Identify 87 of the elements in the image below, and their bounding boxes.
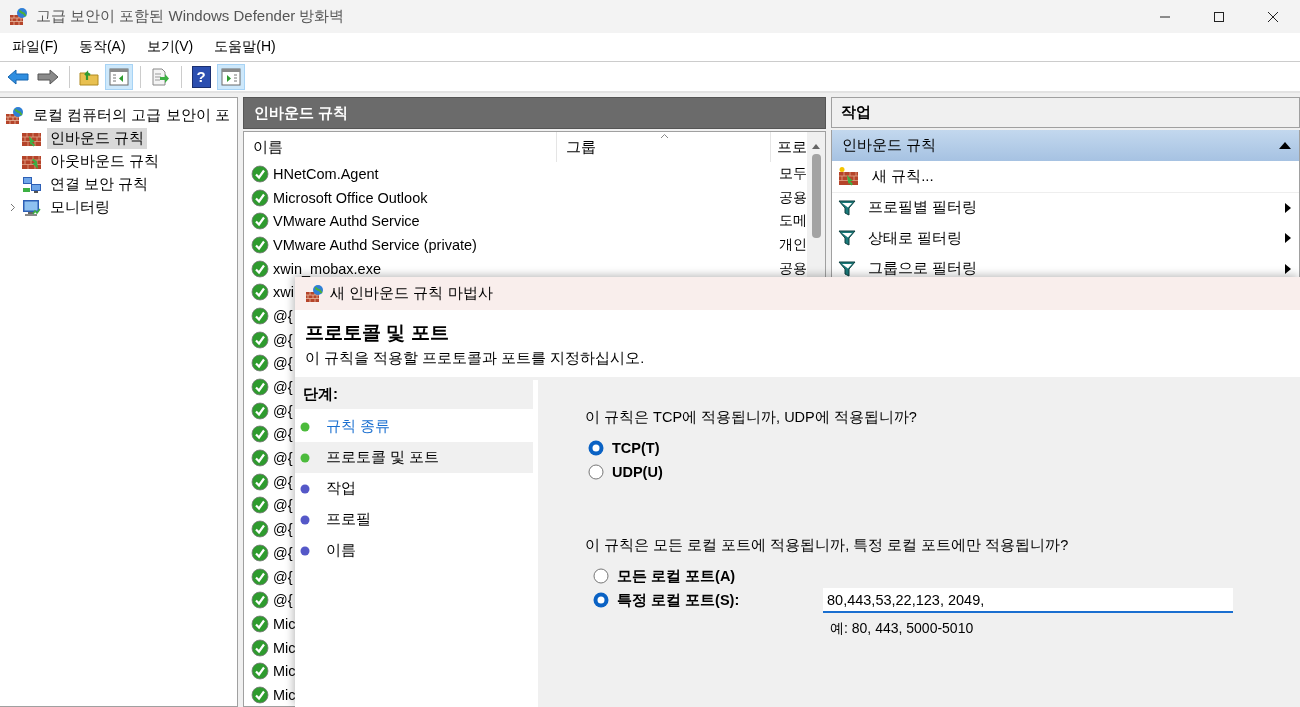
rule-profile: 모두 bbox=[779, 164, 807, 181]
panel-toggle-icon bbox=[221, 67, 241, 86]
rule-name: Mic bbox=[273, 639, 296, 656]
column-header[interactable]: 프로 bbox=[771, 132, 807, 162]
tree-item[interactable]: 아웃바운드 규칙 bbox=[47, 151, 163, 172]
rule-name: VMware Authd Service (private) bbox=[273, 236, 477, 253]
toolbar-button[interactable] bbox=[105, 63, 133, 90]
rule-profile: 공용 bbox=[779, 259, 807, 276]
app-icon bbox=[9, 6, 29, 27]
rule-name: @{ bbox=[273, 497, 293, 514]
rule-name: @{ bbox=[273, 568, 293, 585]
radio-option[interactable]: 특정 로컬 포트(S): bbox=[593, 588, 740, 612]
rule-name: Mic bbox=[273, 686, 296, 703]
column-header[interactable]: 그룹 bbox=[557, 132, 771, 162]
pane-header: 작업 bbox=[831, 97, 1300, 128]
dialog-title: 새 인바운드 규칙 마법사 bbox=[330, 284, 493, 303]
rule-name: @{ bbox=[273, 521, 293, 538]
brick-wall-icon bbox=[22, 130, 42, 147]
wizard-step[interactable]: 프로토콜 및 포트 bbox=[295, 442, 533, 473]
rule-name: @{ bbox=[273, 379, 293, 396]
rule-name: @{ bbox=[273, 402, 293, 419]
menu-item[interactable]: 보기(V) bbox=[138, 38, 202, 56]
rule-name: Microsoft Office Outlook bbox=[273, 189, 428, 206]
computers-icon bbox=[22, 175, 42, 194]
field-hint: 예: 80, 443, 5000-5010 bbox=[830, 620, 975, 638]
wizard-step[interactable]: 작업 bbox=[295, 473, 533, 504]
action-item[interactable]: 새 규칙... bbox=[832, 161, 1299, 193]
rule-profile: 공용 bbox=[779, 188, 807, 205]
question-text: 이 규칙은 TCP에 적용됩니까, UDP에 적용됩니까? bbox=[585, 407, 918, 427]
ports-field[interactable]: 80,443,53,22,123, 2049, bbox=[823, 588, 1233, 613]
tree-item[interactable]: 모니터링 bbox=[47, 197, 113, 218]
menu-item[interactable]: 동작(A) bbox=[70, 38, 134, 56]
section-title: 인바운드 규칙 bbox=[842, 136, 937, 155]
funnel-icon bbox=[838, 230, 856, 247]
rule-name: @{ bbox=[273, 592, 293, 609]
pane-header: 인바운드 규칙 bbox=[243, 97, 826, 129]
action-item[interactable]: 프로필별 필터링 bbox=[832, 192, 1299, 223]
forward-arrow-icon bbox=[37, 67, 59, 86]
monitor-icon bbox=[22, 198, 42, 217]
funnel-icon bbox=[838, 199, 856, 216]
rule-name: VMware Authd Service bbox=[273, 213, 420, 230]
rule-name: HNetCom.Agent bbox=[273, 165, 379, 182]
rule-name: xwi bbox=[273, 284, 294, 301]
rule-name: xwin_mobax.exe bbox=[273, 260, 381, 277]
question-text: 이 규칙은 모든 로컬 포트에 적용됩니까, 특정 로컬 포트에만 적용됩니까? bbox=[585, 535, 1070, 555]
rule-name: @{ bbox=[273, 331, 293, 348]
wizard-step[interactable]: 이름 bbox=[295, 535, 533, 566]
app-icon bbox=[305, 283, 325, 304]
maximize-icon bbox=[1213, 10, 1225, 23]
tree-item[interactable]: 인바운드 규칙 bbox=[47, 128, 148, 149]
menu-item[interactable]: 파일(F) bbox=[4, 38, 66, 56]
rule-name: @{ bbox=[273, 473, 293, 490]
rule-name: @{ bbox=[273, 307, 293, 324]
tree-item[interactable]: 로컬 컴퓨터의 고급 보안이 포 bbox=[30, 105, 233, 126]
rule-name: @{ bbox=[273, 450, 293, 467]
panel-toggle-icon bbox=[109, 67, 129, 86]
brick-wall-icon bbox=[838, 166, 860, 187]
rule-profile: 도메 bbox=[779, 212, 807, 229]
rule-name: @{ bbox=[273, 426, 293, 443]
page-description: 이 규칙을 적용할 프로토콜과 포트를 지정하십시오. bbox=[305, 349, 646, 368]
tree-item[interactable]: 연결 보안 규칙 bbox=[47, 174, 152, 195]
action-item[interactable]: 그룹으로 필터링 bbox=[832, 253, 1299, 284]
menu-item[interactable]: 도움말(H) bbox=[206, 38, 284, 56]
rule-name: @{ bbox=[273, 544, 293, 561]
toolbar-button[interactable] bbox=[217, 63, 245, 90]
funnel-icon bbox=[838, 260, 856, 277]
rule-name: Mic bbox=[273, 615, 296, 632]
page-heading: 프로토콜 및 포트 bbox=[305, 321, 450, 345]
radio-option[interactable]: TCP(T) bbox=[588, 436, 660, 460]
rule-name: @{ bbox=[273, 355, 293, 372]
wizard-step[interactable]: 규칙 종류 bbox=[295, 411, 533, 442]
rule-profile: 개인 bbox=[779, 235, 807, 252]
scroll-up-icon bbox=[811, 142, 821, 150]
radio-option[interactable]: 모든 로컬 포트(A) bbox=[593, 564, 736, 588]
steps-header: 단계: bbox=[295, 380, 533, 409]
wizard-step[interactable]: 프로필 bbox=[295, 504, 533, 535]
window-title: 고급 보안이 포함된 Windows Defender 방화벽 bbox=[36, 7, 346, 26]
action-item[interactable]: 상태로 필터링 bbox=[832, 223, 1299, 254]
brick-wall-icon bbox=[22, 153, 42, 170]
rule-name: Mic bbox=[273, 663, 296, 680]
section-header[interactable]: 인바운드 규칙 bbox=[832, 130, 1299, 161]
close-icon bbox=[1267, 10, 1279, 23]
firewall-icon bbox=[5, 105, 25, 126]
column-header[interactable]: 이름 bbox=[244, 132, 557, 162]
back-arrow-icon bbox=[7, 67, 29, 86]
radio-option[interactable]: UDP(U) bbox=[588, 460, 663, 484]
export-document-icon bbox=[150, 67, 170, 86]
